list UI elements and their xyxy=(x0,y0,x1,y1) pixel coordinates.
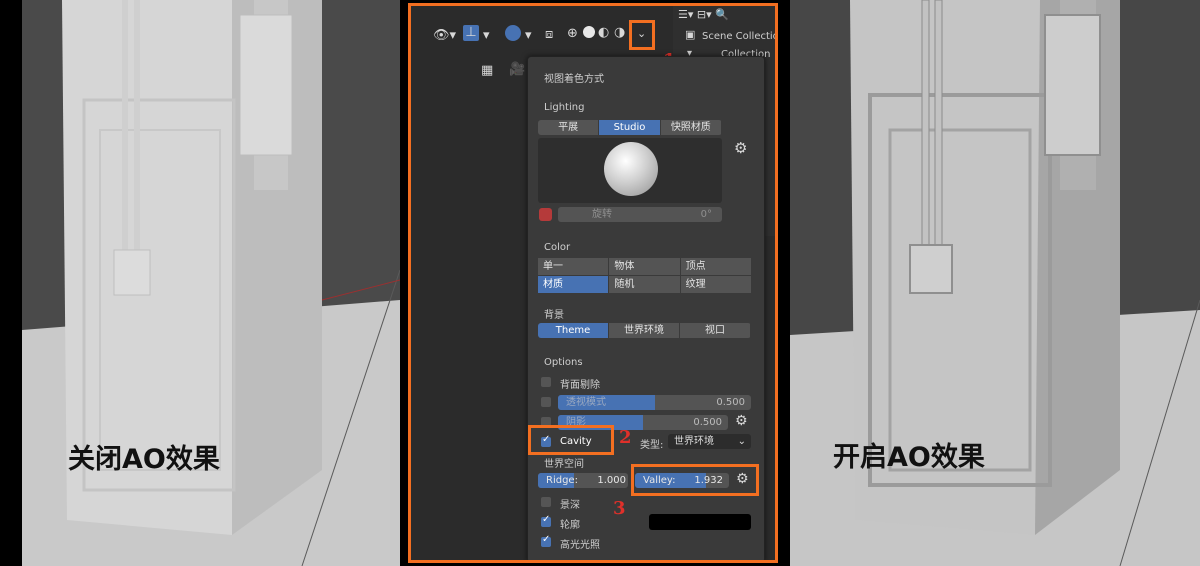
outline-label: 轮廓 xyxy=(560,520,580,531)
outline-color-swatch[interactable] xyxy=(649,514,751,530)
cavity-space-label: 世界空间 xyxy=(544,459,584,470)
xray-value: 0.500 xyxy=(716,397,745,408)
rotation-slider[interactable]: 旋转 0° xyxy=(558,207,722,222)
backface-culling-checkbox[interactable] xyxy=(541,377,551,387)
lighting-flat-button[interactable]: 平展 xyxy=(538,120,599,135)
cavity-type-chevron-icon: ⌄ xyxy=(737,436,746,447)
cavity-type-label: 类型: xyxy=(640,440,664,451)
studio-light-preview[interactable] xyxy=(538,138,722,203)
highlight-valley xyxy=(631,464,759,496)
outliner-scene-collection[interactable]: Scene Collection xyxy=(702,31,775,42)
camera-icon[interactable]: 🎥 xyxy=(509,62,525,77)
outline-checkbox[interactable] xyxy=(541,514,551,527)
render-ao-on xyxy=(790,0,1200,566)
shadow-settings-gear-icon[interactable]: ⚙ xyxy=(735,413,748,429)
wireframe-shading-icon[interactable]: ⊕ xyxy=(567,26,578,41)
background-selector: Theme 世界环境 视口 xyxy=(538,323,751,338)
lighting-label: Lighting xyxy=(544,102,585,113)
background-label: 背景 xyxy=(544,310,564,321)
color-vertex-button[interactable]: 顶点 xyxy=(680,258,751,275)
color-object-button[interactable]: 物体 xyxy=(609,258,680,275)
color-material-button[interactable]: 材质 xyxy=(538,276,609,293)
lighting-studio-button[interactable]: Studio xyxy=(599,120,660,135)
depth-of-field-label: 景深 xyxy=(560,500,580,511)
popover-title: 视图着色方式 xyxy=(544,74,604,85)
overlays-icon[interactable] xyxy=(505,25,521,41)
options-label: Options xyxy=(544,357,583,368)
annotation-2: 2 xyxy=(619,427,632,448)
render-ao-off xyxy=(22,0,400,566)
ridge-slider[interactable]: Ridge: 1.000 xyxy=(538,473,628,488)
color-label: Color xyxy=(544,242,571,253)
specular-label: 高光光照 xyxy=(560,540,600,551)
background-theme-button[interactable]: Theme xyxy=(538,323,608,338)
background-viewport-button[interactable]: 视口 xyxy=(680,323,750,338)
highlight-shading-dropdown xyxy=(629,20,655,50)
gizmo-icon[interactable]: ⊥ xyxy=(463,25,479,41)
color-single-button[interactable]: 单一 xyxy=(538,258,609,275)
backface-culling-label: 背面剔除 xyxy=(560,380,600,391)
cavity-type-value: 世界环境 xyxy=(674,436,714,447)
overlays-dropdown-icon[interactable]: ▾ xyxy=(525,28,532,43)
cavity-type-dropdown[interactable]: 世界环境 ⌄ xyxy=(668,434,751,449)
scene-collection-icon: ▣ xyxy=(685,28,696,41)
highlight-cavity xyxy=(528,425,614,455)
material-shading-icon[interactable]: ◐ xyxy=(598,25,609,40)
depth-of-field-checkbox[interactable] xyxy=(541,497,551,507)
specular-checkbox[interactable] xyxy=(541,534,551,547)
studio-settings-gear-icon[interactable]: ⚙ xyxy=(734,139,747,157)
caption-ao-off: 关闭AO效果 xyxy=(68,444,220,475)
rotation-value: 0° xyxy=(700,209,712,220)
world-space-lighting-icon[interactable] xyxy=(539,208,552,221)
color-options-grid: 单一 物体 顶点 材质 随机 纹理 xyxy=(538,258,751,293)
xray-slider[interactable]: 透视模式 0.500 xyxy=(558,395,751,410)
lighting-matcap-button[interactable]: 快照材质 xyxy=(660,120,721,135)
color-random-button[interactable]: 随机 xyxy=(609,276,680,293)
caption-ao-on: 开启AO效果 xyxy=(833,442,985,473)
blender-viewport-panel: 👁▾ ⊥ ▾ ▾ ⧈ ⊕ ◐ ◑ ⌄ 1 ▦ 🎥 ☰▾ ⊟▾ 🔍 ▣ Scene… xyxy=(408,3,778,563)
rotation-label: 旋转 xyxy=(592,209,612,220)
outliner-filter-icon[interactable]: ☰▾ ⊟▾ 🔍 xyxy=(678,8,729,21)
view-object-types-icon[interactable]: 👁▾ xyxy=(433,28,456,43)
xray-checkbox[interactable] xyxy=(541,397,551,407)
gizmo-dropdown-icon[interactable]: ▾ xyxy=(483,28,490,43)
annotation-3: 3 xyxy=(613,498,626,519)
lighting-mode-selector: 平展 Studio 快照材质 xyxy=(538,120,722,135)
color-texture-button[interactable]: 纹理 xyxy=(680,276,751,293)
background-world-button[interactable]: 世界环境 xyxy=(609,323,679,338)
shadow-value: 0.500 xyxy=(693,417,722,428)
ridge-label: Ridge: xyxy=(546,475,578,486)
solid-shading-icon[interactable] xyxy=(583,26,595,38)
xray-toggle-icon[interactable]: ⧈ xyxy=(545,27,553,42)
xray-label: 透视模式 xyxy=(566,397,606,408)
grid-icon[interactable]: ▦ xyxy=(481,63,493,78)
studio-sphere xyxy=(604,142,658,196)
rendered-shading-icon[interactable]: ◑ xyxy=(614,25,625,40)
ridge-value: 1.000 xyxy=(597,475,626,486)
